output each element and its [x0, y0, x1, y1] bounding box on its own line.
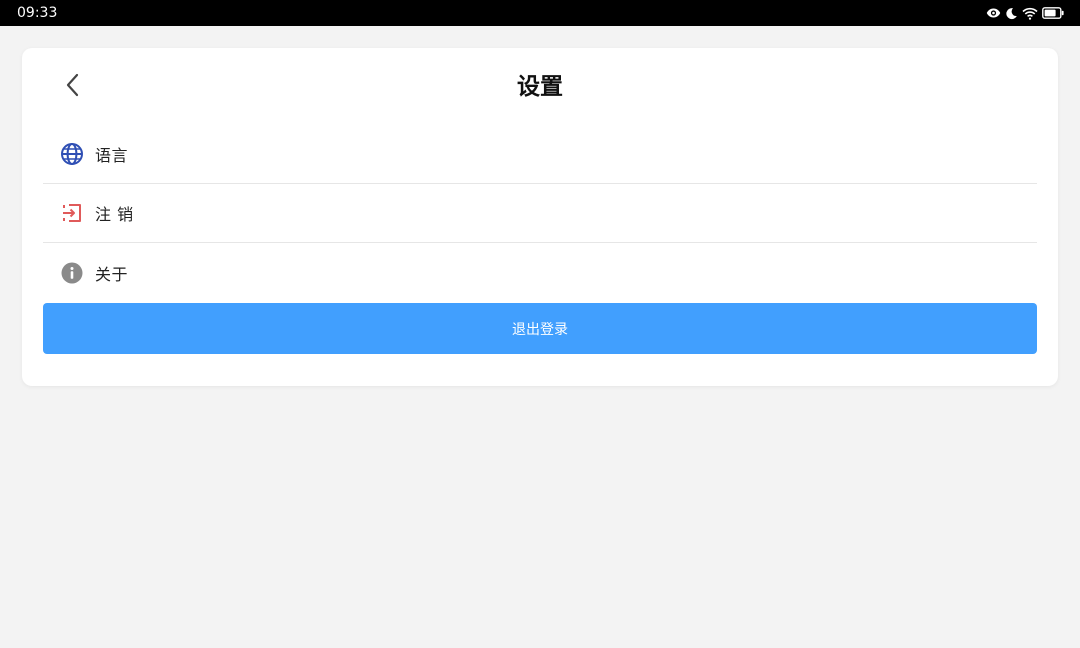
- menu-item-deregister[interactable]: 注 销: [43, 184, 1037, 243]
- info-icon: [60, 261, 84, 285]
- page-title: 设置: [517, 74, 563, 100]
- settings-card: 设置 语言 注 销 关于 退出登录: [22, 48, 1058, 386]
- moon-icon: [1005, 7, 1018, 20]
- status-time: 09:33: [17, 5, 58, 21]
- menu-item-label: 语言: [95, 146, 129, 165]
- menu-item-about[interactable]: 关于: [43, 243, 1037, 302]
- menu-item-label: 关于: [95, 264, 129, 284]
- wifi-icon: [1022, 7, 1038, 20]
- menu-item-label: 注 销: [95, 205, 134, 224]
- globe-icon: [60, 142, 84, 166]
- status-bar: 09:33: [0, 0, 1080, 26]
- eye-icon: [986, 7, 1001, 19]
- settings-menu: 语言 注 销 关于: [43, 125, 1037, 302]
- logout-button[interactable]: 退出登录: [43, 303, 1037, 354]
- sign-in-icon: [60, 201, 84, 225]
- status-icons: [986, 5, 1064, 21]
- menu-item-language[interactable]: 语言: [43, 125, 1037, 184]
- battery-icon: [1042, 7, 1064, 19]
